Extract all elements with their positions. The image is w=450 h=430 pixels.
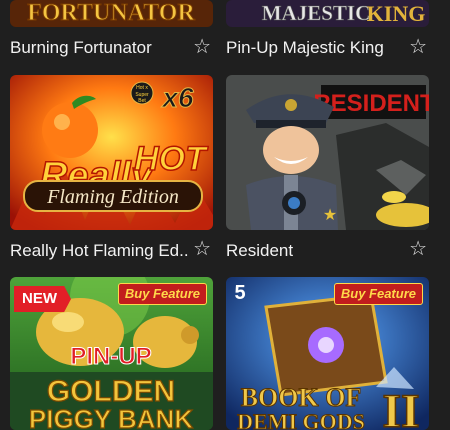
svg-text:★: ★ [323,207,337,224]
new-badge: NEW [14,286,71,312]
game-logo-c: PIGGY BANK [29,404,193,430]
game-tag-c: Bet [138,98,146,104]
game-badge-number: 5 [234,282,245,304]
game-thumbnail[interactable]: RESIDENT ★ [226,75,429,230]
game-thumbnail[interactable]: MAJESTIC KING [226,0,429,27]
game-logo-b: DEMI GODS [237,409,365,430]
game-logo-a: BOOK OF [241,383,362,412]
game-thumbnail[interactable]: Really HOT Flaming Edition Hot x Super B… [10,75,213,230]
game-logo-a: MAJESTIC [262,1,371,25]
buy-feature-badge: Buy Feature [117,283,207,305]
game-logo-a: PIN-UP [70,343,151,370]
buy-feature-badge: Buy Feature [333,283,423,305]
game-logo-c: Flaming Edition [46,186,179,208]
game-title[interactable]: Resident [226,241,406,261]
game-title[interactable]: Really Hot Flaming Ed... [10,241,190,261]
game-tag-a: Hot x [136,85,148,91]
star-outline-icon[interactable]: ☆ [409,239,427,259]
star-outline-icon[interactable]: ☆ [193,37,211,57]
star-outline-icon[interactable]: ☆ [409,37,427,57]
game-thumbnail[interactable]: 5 BOOK OF DEMI GODS II Buy Feature [226,277,429,430]
game-logo-c: II [382,385,419,430]
game-thumbnail[interactable]: PIN-UP GOLDEN PIGGY BANK NEW Buy Feature [10,277,213,430]
game-title[interactable]: Burning Fortunator [10,38,190,58]
game-multiplier: x6 [160,82,194,113]
game-logo: FORTUNATOR [27,0,195,26]
game-title[interactable]: Pin-Up Majestic King [226,38,406,58]
game-logo-b: HOT [134,140,209,178]
game-thumbnail[interactable]: FORTUNATOR [10,0,213,27]
star-outline-icon[interactable]: ☆ [193,239,211,259]
game-logo-b: KING [367,1,426,26]
